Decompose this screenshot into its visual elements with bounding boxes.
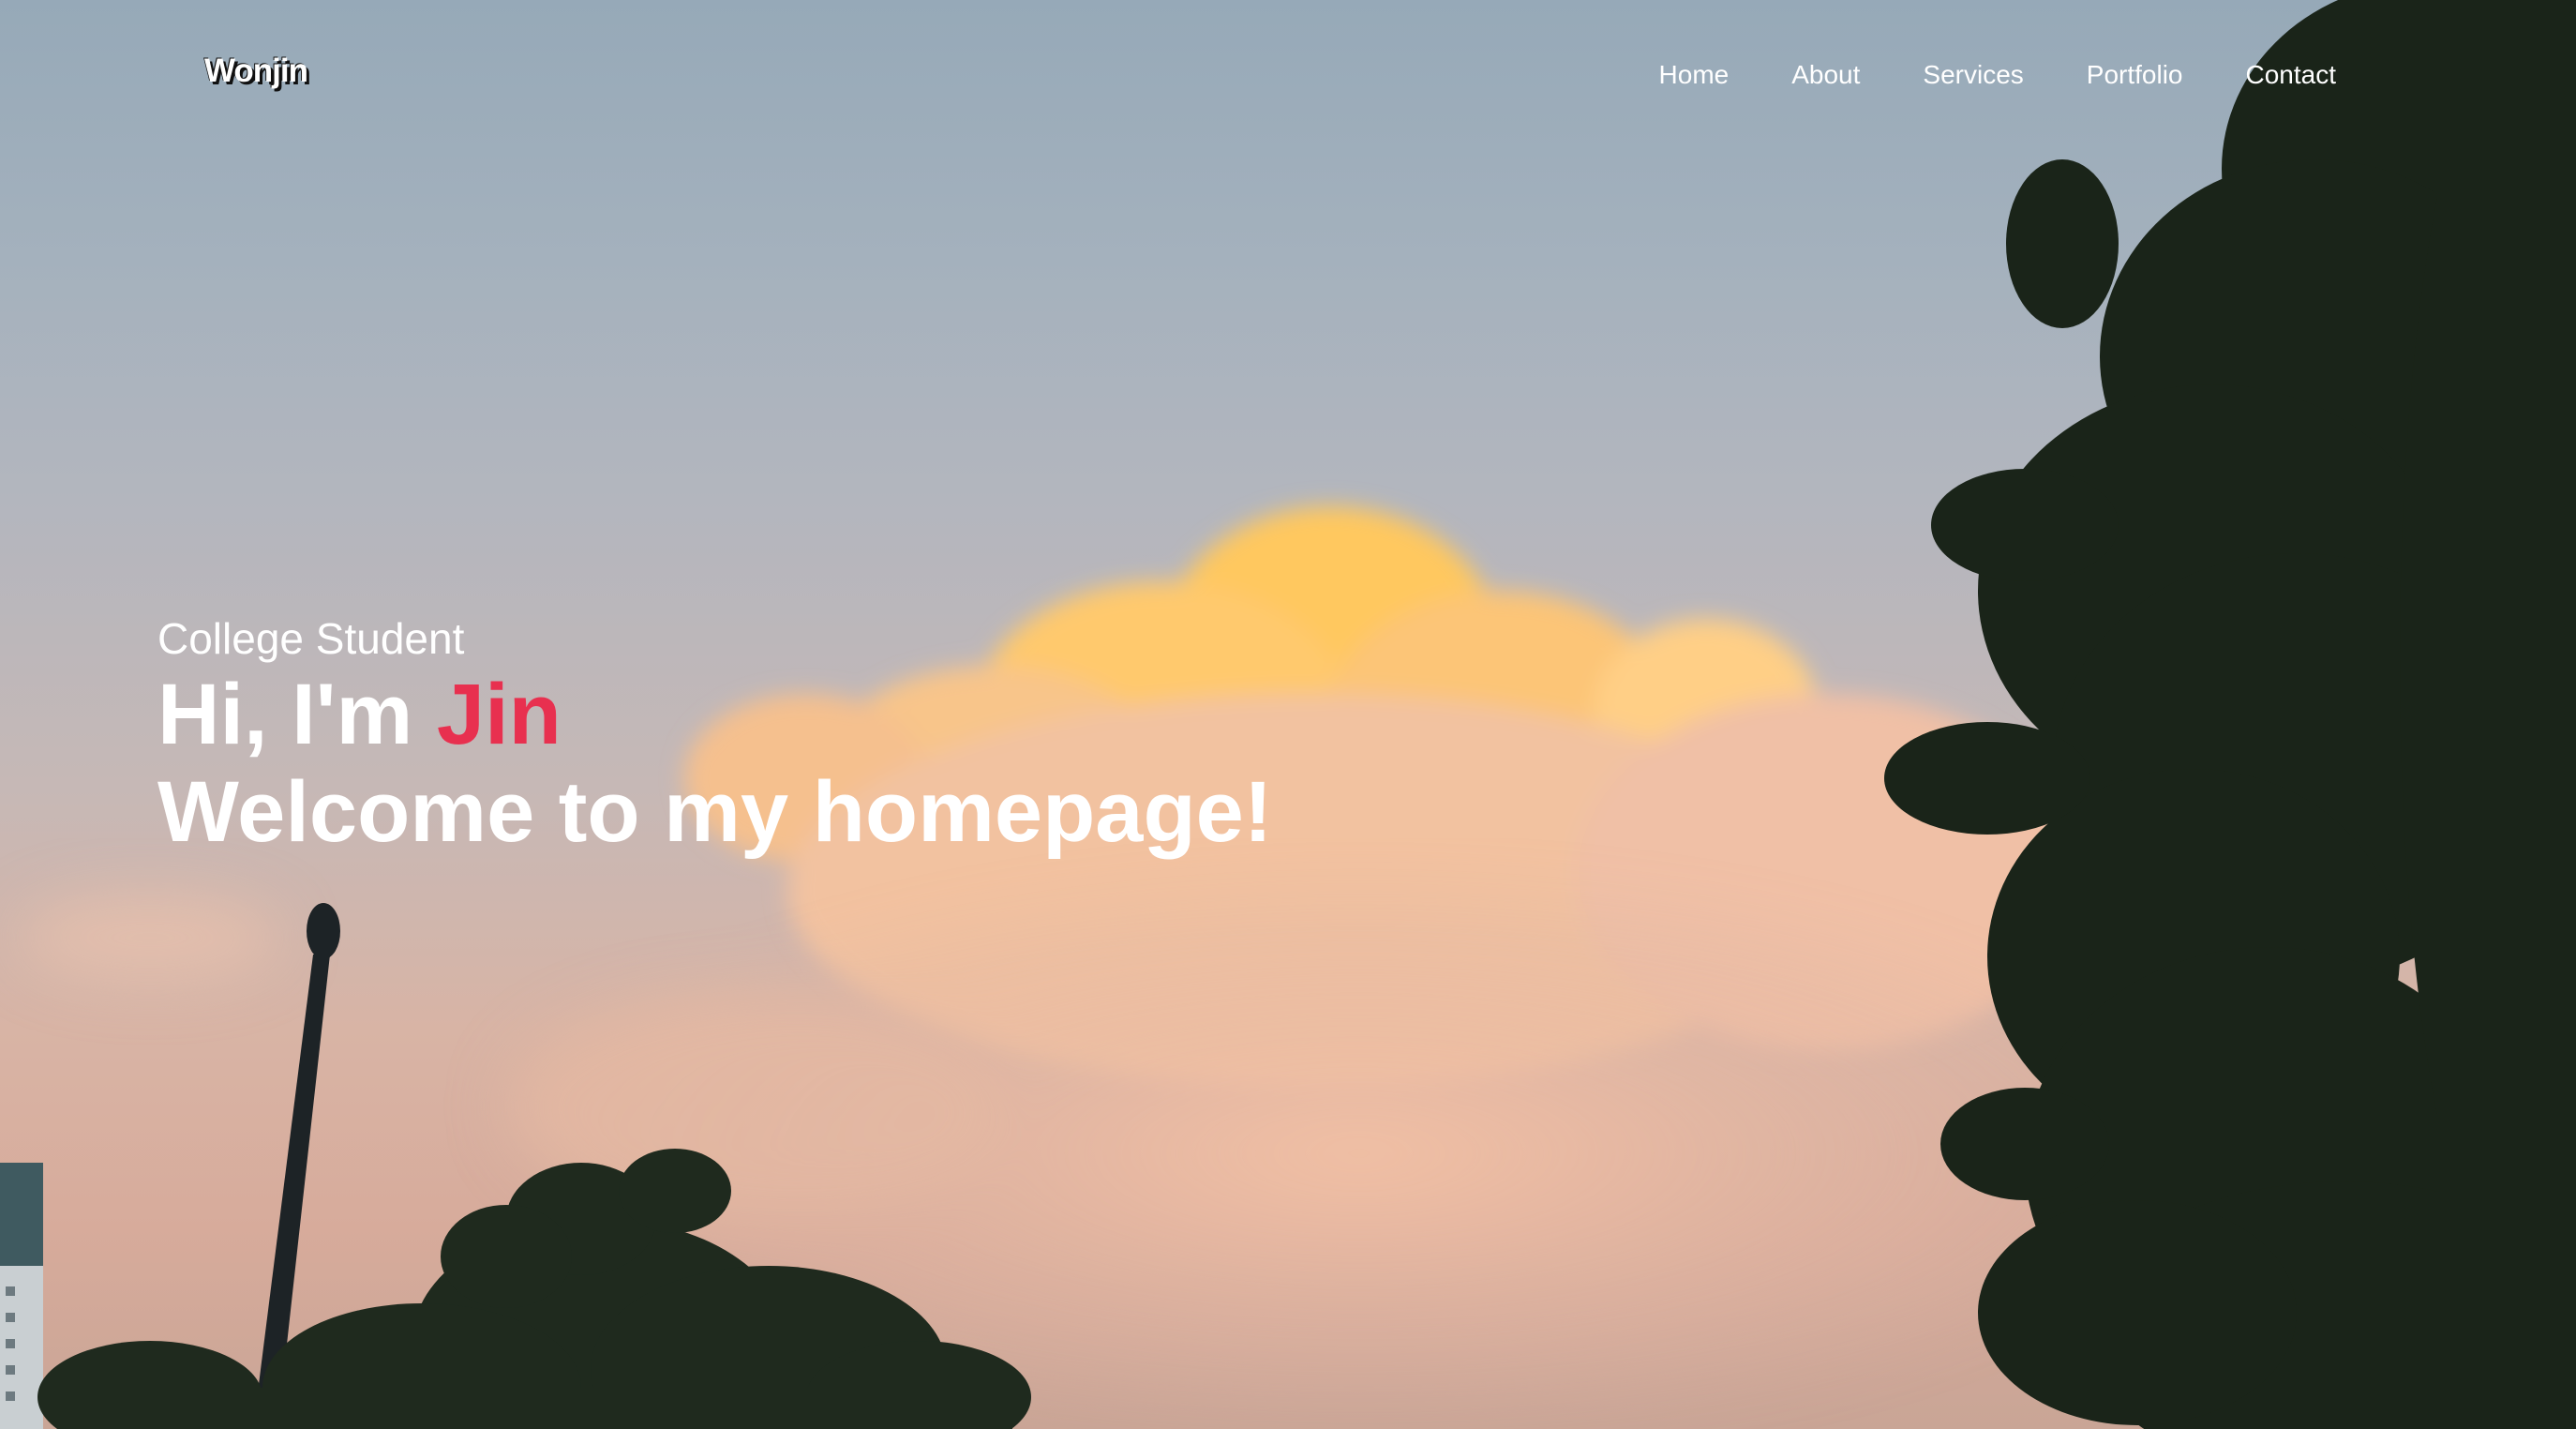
hero-text: College Student Hi, I'm Jin Welcome to m…: [157, 611, 1272, 861]
hero-section: Wonjin Home About Services Portfolio Con…: [0, 0, 2576, 1429]
hero-greeting: Hi, I'm Jin: [157, 666, 1272, 763]
main-navigation: Home About Services Portfolio Contact: [1659, 60, 2336, 90]
nav-link-services[interactable]: Services: [1923, 60, 2023, 90]
site-logo[interactable]: Wonjin: [204, 53, 308, 90]
nav-link-about[interactable]: About: [1791, 60, 1860, 90]
hero-name: Jin: [436, 667, 562, 762]
nav-link-portfolio[interactable]: Portfolio: [2087, 60, 2183, 90]
nav-link-home[interactable]: Home: [1659, 60, 1730, 90]
building-silhouette: [0, 1163, 43, 1429]
hero-welcome: Welcome to my homepage!: [157, 764, 1273, 860]
nav-link-contact[interactable]: Contact: [2246, 60, 2337, 90]
greeting-prefix: Hi, I'm: [157, 667, 437, 762]
hero-subtitle: College Student: [157, 614, 465, 663]
